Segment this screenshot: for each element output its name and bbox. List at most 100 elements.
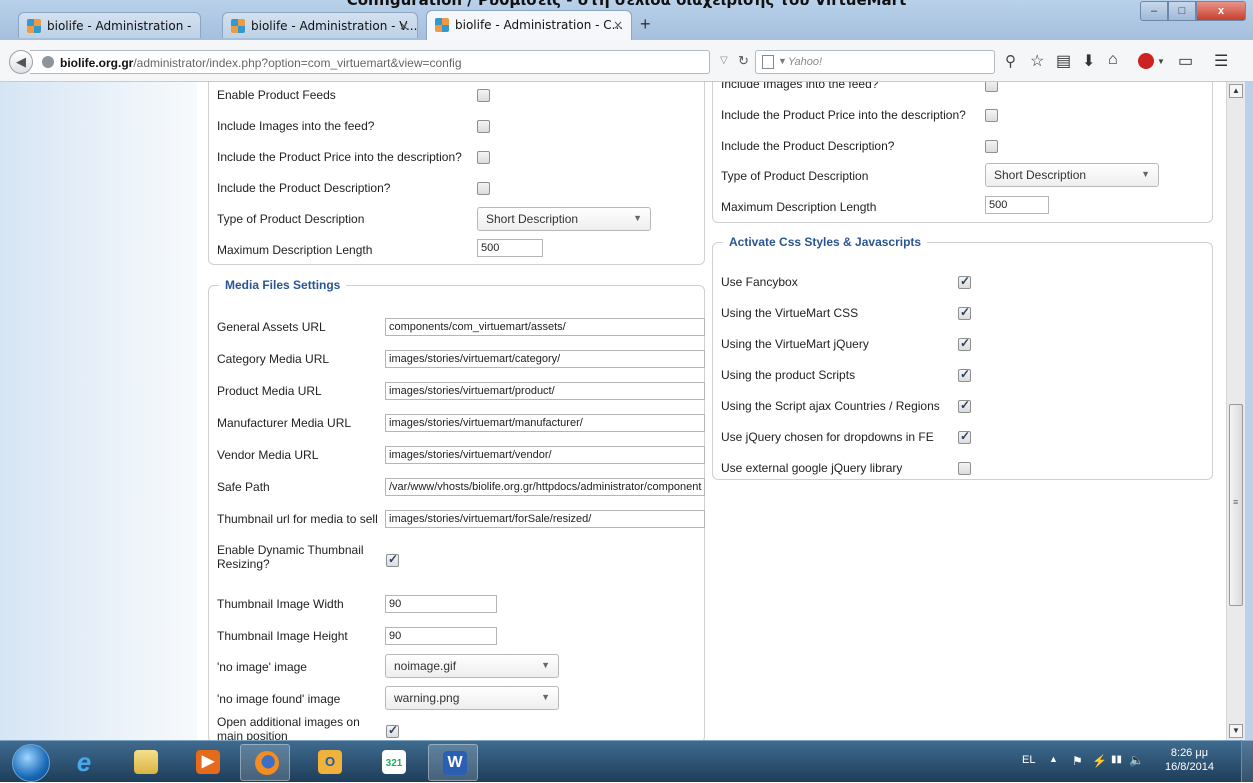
use-fancybox-label: Use Fancybox: [721, 275, 798, 289]
taskbar-app-firefox[interactable]: [240, 744, 290, 781]
browser-tab-active[interactable]: biolife - Administration - C... ×: [426, 10, 632, 40]
admin-sidebar-background: [0, 82, 197, 740]
tab-close-icon[interactable]: ×: [399, 19, 409, 33]
include-images-checkbox[interactable]: [477, 120, 490, 133]
virtuemart-jquery-label: Using the VirtueMart jQuery: [721, 337, 869, 351]
search-bar[interactable]: ▼ Yahoo!: [755, 50, 995, 74]
product-feed-panel: Enable Product Feeds Include Images into…: [208, 82, 705, 265]
adblock-dropdown-icon[interactable]: ▼: [1157, 57, 1165, 66]
clock[interactable]: 8:26 μμ 16/8/2014: [1165, 746, 1214, 774]
page-scrollbar[interactable]: ▲ ≡ ▼: [1226, 82, 1245, 740]
back-arrow-icon[interactable]: ◀: [9, 50, 33, 74]
taskbar-app-media[interactable]: ▶: [182, 744, 232, 781]
google-jquery-checkbox[interactable]: [958, 462, 971, 475]
product-media-url-label: Product Media URL: [217, 384, 322, 398]
max-description-length-input[interactable]: 500: [477, 239, 543, 257]
folder-icon: [134, 750, 158, 774]
category-media-url-label: Category Media URL: [217, 352, 330, 366]
reload-icon[interactable]: ↻: [738, 53, 749, 69]
general-assets-url-input[interactable]: components/com_virtuemart/assets/: [385, 318, 705, 336]
no-image-found-select[interactable]: warning.png ▼: [385, 686, 559, 710]
virtuemart-jquery-checkbox[interactable]: [958, 336, 971, 351]
taskbar-app-word[interactable]: W: [428, 744, 478, 781]
thumbnail-height-label: Thumbnail Image Height: [217, 629, 348, 643]
jquery-chosen-checkbox[interactable]: [958, 429, 971, 444]
include-description-checkbox[interactable]: [985, 140, 998, 153]
maximize-button[interactable]: □: [1168, 1, 1196, 21]
max-description-length-input[interactable]: 500: [985, 196, 1049, 214]
joomla-favicon-icon: [435, 18, 449, 32]
minimize-button[interactable]: –: [1140, 1, 1168, 21]
volume-icon[interactable]: 🔈: [1129, 753, 1144, 767]
network-signal-icon[interactable]: ▮▮: [1111, 754, 1122, 765]
language-indicator[interactable]: EL: [1022, 754, 1035, 766]
thumbnail-width-input[interactable]: 90: [385, 595, 497, 613]
scroll-up-icon[interactable]: ▲: [1229, 84, 1243, 98]
chevron-down-icon: ▼: [541, 692, 550, 702]
search-engine-dropdown-icon[interactable]: ▼: [778, 56, 787, 66]
include-price-checkbox[interactable]: [477, 151, 490, 164]
bookmark-star-icon[interactable]: ☆: [1030, 51, 1044, 71]
description-type-select[interactable]: Short Description ▼: [477, 207, 651, 231]
search-engine-icon[interactable]: [762, 55, 774, 69]
virtuemart-css-checkbox[interactable]: [958, 305, 971, 320]
taskbar-app-ie[interactable]: e: [58, 744, 108, 781]
hamburger-menu-icon[interactable]: ☰: [1214, 51, 1228, 71]
tab-label: biolife - Administration - V...: [251, 19, 418, 33]
home-icon[interactable]: ⌂: [1108, 51, 1118, 69]
close-window-button[interactable]: x: [1196, 1, 1246, 21]
show-desktop-button[interactable]: [1241, 740, 1253, 782]
window-icon[interactable]: ▭: [1178, 51, 1193, 71]
action-center-flag-icon[interactable]: ⚑: [1072, 754, 1083, 768]
include-images-checkbox[interactable]: [985, 82, 998, 92]
open-additional-images-checkbox[interactable]: [386, 723, 399, 738]
power-icon[interactable]: ⚡: [1092, 754, 1107, 768]
download-icon[interactable]: ⬇: [1082, 51, 1095, 71]
tab-close-icon[interactable]: ×: [613, 18, 623, 32]
product-scripts-checkbox[interactable]: [958, 367, 971, 382]
include-price-checkbox[interactable]: [985, 109, 998, 122]
start-button[interactable]: [12, 744, 50, 782]
scroll-down-icon[interactable]: ▼: [1229, 724, 1243, 738]
show-hidden-icons-icon[interactable]: ▲: [1049, 754, 1058, 764]
include-description-label: Include the Product Description?: [721, 139, 895, 153]
product-media-url-input[interactable]: images/stories/virtuemart/product/: [385, 382, 705, 400]
taskbar-app-calendar[interactable]: 321: [368, 744, 418, 781]
address-bar[interactable]: biolife.org.gr/administrator/index.php?o…: [30, 50, 710, 74]
search-icon[interactable]: ⚲: [1005, 52, 1016, 70]
scrollbar-thumb[interactable]: ≡: [1229, 404, 1243, 606]
use-fancybox-checkbox[interactable]: [958, 274, 971, 289]
thumbnail-height-input[interactable]: 90: [385, 627, 497, 645]
include-images-label: Include Images into the feed?: [721, 82, 879, 91]
safe-path-input[interactable]: /var/www/vhosts/biolife.org.gr/httpdocs/…: [385, 478, 705, 496]
thumbnail-url-input[interactable]: images/stories/virtuemart/forSale/resize…: [385, 510, 705, 528]
taskbar-app-outlook[interactable]: O: [304, 744, 354, 781]
thumbnail-url-label: Thumbnail url for media to sell: [217, 512, 378, 526]
url-history-dropdown-icon[interactable]: ▽: [720, 55, 728, 66]
description-type-select[interactable]: Short Description ▼: [985, 163, 1159, 187]
browser-tab[interactable]: biolife - Administration - V... ×: [222, 12, 418, 38]
media-files-title: Media Files Settings: [225, 278, 341, 292]
category-media-url-input[interactable]: images/stories/virtuemart/category/: [385, 350, 705, 368]
include-price-label: Include the Product Price into the descr…: [721, 108, 966, 122]
new-tab-icon[interactable]: +: [640, 14, 651, 35]
windows-taskbar: e ▶ O 321 W EL ▲ ⚑ ⚡ ▮▮ 🔈 8:26 μμ 16/8/2…: [0, 740, 1253, 782]
general-assets-url-label: General Assets URL: [217, 320, 326, 334]
joomla-favicon-icon: [231, 19, 245, 33]
no-image-select[interactable]: noimage.gif ▼: [385, 654, 559, 678]
system-tray: EL ▲ ⚑ ⚡ ▮▮ 🔈 8:26 μμ 16/8/2014: [1015, 741, 1253, 783]
include-description-checkbox[interactable]: [477, 182, 490, 195]
taskbar-app-explorer[interactable]: [120, 744, 170, 781]
adblock-icon[interactable]: [1138, 53, 1154, 69]
css-js-panel: Activate Css Styles & Javascripts Use Fa…: [712, 235, 1213, 480]
bookmarks-menu-icon[interactable]: ▤: [1056, 51, 1071, 71]
dynamic-thumbnail-checkbox[interactable]: [386, 552, 399, 567]
enable-product-feeds-checkbox[interactable]: [477, 89, 490, 102]
browser-tab[interactable]: biolife - Administration -: [18, 12, 201, 38]
clock-date: 16/8/2014: [1165, 761, 1214, 773]
ajax-countries-checkbox[interactable]: [958, 398, 971, 413]
vendor-media-url-input[interactable]: images/stories/virtuemart/vendor/: [385, 446, 705, 464]
word-icon: W: [443, 751, 467, 775]
manufacturer-media-url-input[interactable]: images/stories/virtuemart/manufacturer/: [385, 414, 705, 432]
page-heading: Configuration / Ρυθμίσεις - στη σελίδα δ…: [346, 0, 907, 9]
